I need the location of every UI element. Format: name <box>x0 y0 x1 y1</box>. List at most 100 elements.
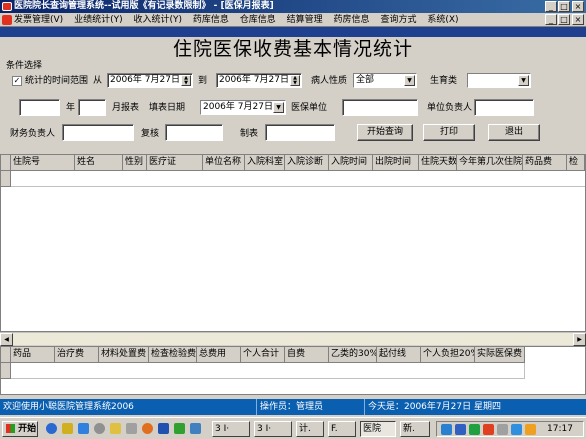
col-header[interactable]: 入院科室 <box>245 155 285 171</box>
sum-col-header[interactable]: 检查检验费 <box>149 347 197 363</box>
col-header[interactable]: 出院时间 <box>373 155 419 171</box>
sum-col-header[interactable]: 自费 <box>285 347 329 363</box>
menu-query[interactable]: 查询方式 <box>376 13 420 27</box>
menu-income[interactable]: 收入统计(Y) <box>129 13 186 27</box>
child-close-button[interactable]: × <box>572 14 584 25</box>
taskbar-task-active[interactable]: 医院 <box>360 421 396 437</box>
taskbar-task[interactable]: 新. <box>400 421 430 437</box>
menu-pharmacy-store[interactable]: 药库信息 <box>189 13 233 27</box>
col-header[interactable]: 检 <box>567 155 585 171</box>
menu-settlement[interactable]: 结算管理 <box>283 13 327 27</box>
sum-col-header[interactable]: 乙类的30% <box>329 347 377 363</box>
explorer-icon[interactable] <box>110 423 121 434</box>
tray-icon[interactable] <box>483 424 494 435</box>
tray-icon[interactable] <box>497 424 508 435</box>
menu-bar: 发票管理(V) 业绩统计(Y) 收入统计(Y) 药库信息 仓库信息 结算管理 药… <box>0 13 586 27</box>
reviewer-input[interactable] <box>165 124 223 141</box>
scroll-left-icon[interactable]: ◀ <box>0 333 13 346</box>
minimize-button[interactable]: _ <box>545 1 557 12</box>
unit-head-input[interactable] <box>474 99 534 116</box>
month-input[interactable] <box>78 99 106 116</box>
taskbar-task[interactable]: 计. <box>296 421 324 437</box>
child-minimize-button[interactable]: _ <box>545 14 557 25</box>
scroll-right-icon[interactable]: ▶ <box>573 333 586 346</box>
document-icon[interactable] <box>126 423 137 434</box>
from-date-value: 2006年 7月27日 <box>110 75 180 85</box>
maximize-button[interactable]: □ <box>558 1 570 12</box>
chevron-down-icon[interactable]: ▼ <box>518 75 529 86</box>
to-date-picker[interactable]: 2006年 7月27日 ▲ ▼ <box>216 73 302 88</box>
col-header[interactable]: 住院天数 <box>419 155 457 171</box>
sum-col-header[interactable]: 实际医保费 <box>475 347 525 363</box>
exit-button[interactable]: 退出 <box>488 124 540 141</box>
menu-warehouse[interactable]: 仓库信息 <box>236 13 280 27</box>
finance-head-input[interactable] <box>62 124 134 141</box>
col-header[interactable]: 入院诊断 <box>285 155 329 171</box>
sum-col-header[interactable]: 药品 <box>11 347 55 363</box>
col-header[interactable]: 姓名 <box>75 155 123 171</box>
sum-col-header[interactable]: 个人负担20% <box>421 347 475 363</box>
to-date-value: 2006年 7月27日 <box>219 75 289 85</box>
sum-col-header[interactable]: 材料处置费 <box>99 347 149 363</box>
print-button[interactable]: 打印 <box>423 124 475 141</box>
app-icon[interactable] <box>2 2 12 11</box>
desktop-icon[interactable] <box>78 423 89 434</box>
tray-icon[interactable] <box>455 424 466 435</box>
start-query-button[interactable]: 开始查询 <box>357 124 413 141</box>
menu-system[interactable]: 系统(X) <box>423 13 462 27</box>
gear-icon[interactable] <box>94 423 105 434</box>
chevron-down-icon[interactable]: ▼ <box>404 75 415 86</box>
horizontal-scrollbar[interactable]: ◀ ▶ <box>0 332 586 346</box>
row-indicator[interactable] <box>1 171 11 187</box>
table-row[interactable] <box>11 363 525 379</box>
sum-col-header[interactable]: 个人合计 <box>241 347 285 363</box>
media-icon[interactable] <box>174 423 185 434</box>
taskbar-task[interactable]: F. <box>328 421 356 437</box>
patient-type-select[interactable]: 全部 ▼ <box>353 73 417 88</box>
page-title: 住院医保收费基本情况统计 <box>172 38 413 60</box>
col-header[interactable]: 性别 <box>123 155 147 171</box>
tray-icon[interactable] <box>511 424 522 435</box>
taskbar-task[interactable]: 3 I· <box>212 421 250 437</box>
close-button[interactable]: × <box>572 1 584 12</box>
sum-col-header[interactable]: 起付线 <box>377 347 421 363</box>
sum-col-header[interactable]: 治疗费 <box>55 347 99 363</box>
menu-performance[interactable]: 业绩统计(Y) <box>70 13 127 27</box>
from-date-spin[interactable]: ▲ ▼ <box>181 75 191 86</box>
fertility-select[interactable]: ▼ <box>467 73 531 88</box>
tray-icon[interactable] <box>441 424 452 435</box>
insurance-unit-input[interactable] <box>342 99 418 116</box>
year-input[interactable] <box>19 99 60 116</box>
child-window-icon[interactable] <box>2 15 12 25</box>
col-header[interactable]: 药品费 <box>523 155 567 171</box>
col-header[interactable]: 入院时间 <box>329 155 373 171</box>
col-header[interactable]: 住院号 <box>11 155 75 171</box>
ie-icon[interactable] <box>46 423 57 434</box>
unit-head-label: 单位负责人 <box>427 103 473 113</box>
reviewer-label: 复核 <box>141 129 160 139</box>
row-indicator[interactable] <box>1 363 11 379</box>
preparer-input[interactable] <box>265 124 335 141</box>
folder-icon[interactable] <box>62 423 73 434</box>
from-date-picker[interactable]: 2006年 7月27日 ▲ ▼ <box>107 73 193 88</box>
col-header[interactable]: 单位名称 <box>203 155 245 171</box>
fill-date-picker[interactable]: 2006年 7月27日 ▼ <box>200 100 286 115</box>
col-header[interactable]: 医疗证 <box>147 155 203 171</box>
sum-col-header[interactable]: 总费用 <box>197 347 241 363</box>
col-header[interactable]: 今年第几次住院 <box>457 155 523 171</box>
firefox-icon[interactable] <box>142 423 153 434</box>
child-restore-button[interactable]: □ <box>558 14 570 25</box>
to-date-spin[interactable]: ▲ ▼ <box>290 75 300 86</box>
summary-grid[interactable]: 药品 治疗费 材料处置费 检查检验费 总费用 个人合计 自费 乙类的30% 起付… <box>0 346 586 395</box>
start-button[interactable]: 开始 <box>2 421 38 437</box>
main-data-grid[interactable]: 住院号 姓名 性别 医疗证 单位名称 入院科室 入院诊断 入院时间 出院时间 住… <box>0 154 586 332</box>
mail-icon[interactable] <box>190 423 201 434</box>
table-row[interactable] <box>11 171 585 187</box>
taskbar-task[interactable]: 3 I· <box>254 421 292 437</box>
chevron-down-icon[interactable]: ▼ <box>273 102 284 113</box>
range-checkbox[interactable]: ✓ <box>12 76 22 86</box>
menu-dispensary[interactable]: 药房信息 <box>330 13 374 27</box>
tray-icon[interactable] <box>469 424 480 435</box>
app-shortcut-icon[interactable] <box>158 423 169 434</box>
tray-icon[interactable] <box>525 424 536 435</box>
